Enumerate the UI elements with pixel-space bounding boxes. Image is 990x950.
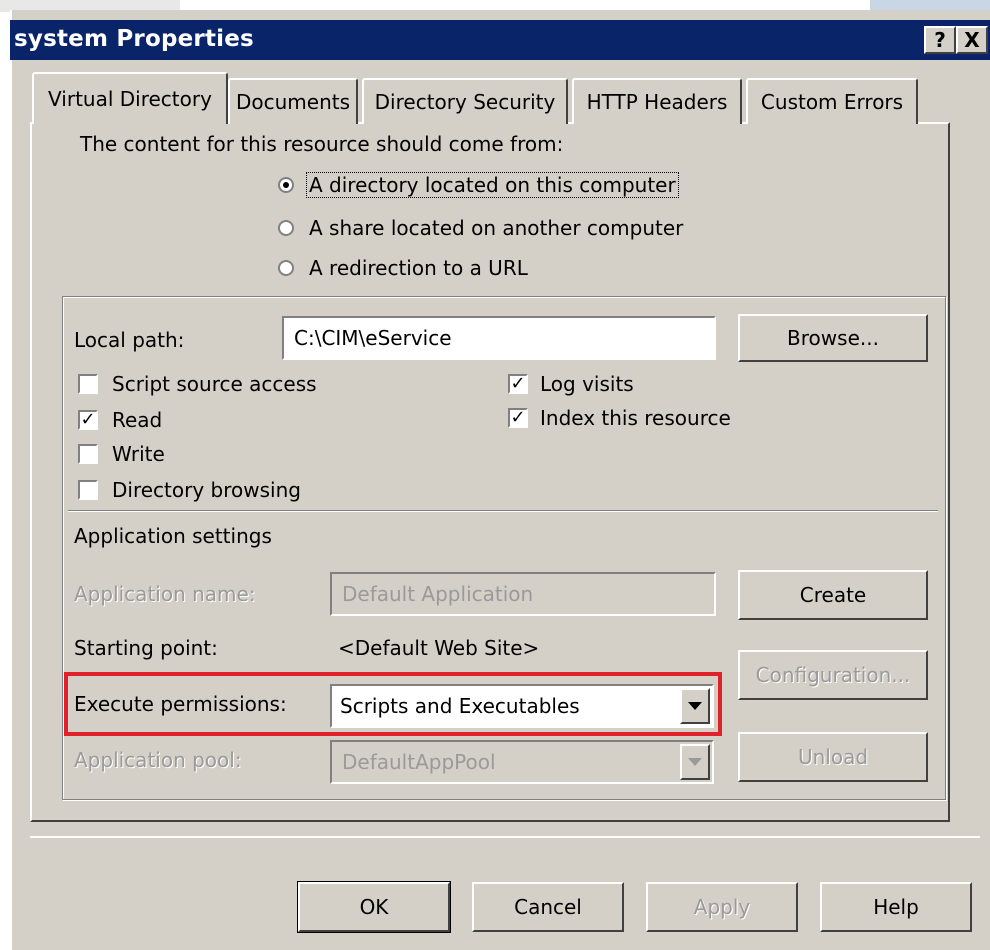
starting-point-label: Starting point: xyxy=(74,636,218,660)
footer-divider xyxy=(30,836,980,838)
index-resource-label: Index this resource xyxy=(540,406,731,430)
cancel-button[interactable]: Cancel xyxy=(472,882,624,932)
write-label: Write xyxy=(112,442,165,466)
unload-button: Unload xyxy=(738,732,928,782)
checkbox-log-visits[interactable]: ✓ xyxy=(508,374,528,394)
tab-virtual-directory[interactable]: Virtual Directory xyxy=(32,72,228,124)
read-label: Read xyxy=(112,408,163,432)
close-button[interactable]: X xyxy=(956,26,988,54)
tab-directory-security[interactable]: Directory Security xyxy=(362,78,568,124)
application-pool-value: DefaultAppPool xyxy=(342,750,496,774)
application-settings-heading: Application settings xyxy=(74,524,272,548)
checkmark-icon: ✓ xyxy=(510,373,526,394)
application-name-label: Application name: xyxy=(74,582,256,606)
question-mark-icon: ? xyxy=(934,28,946,52)
highlight-box xyxy=(64,672,722,736)
application-pool-label: Application pool: xyxy=(74,748,242,772)
browse-button[interactable]: Browse... xyxy=(738,314,928,362)
checkbox-script-source-access[interactable] xyxy=(78,374,98,394)
configuration-button: Configuration... xyxy=(738,650,928,700)
radio-network-share[interactable] xyxy=(278,220,294,236)
local-path-input[interactable]: C:\CIM\eService xyxy=(282,316,716,360)
ok-button[interactable]: OK xyxy=(297,881,451,933)
tab-label: HTTP Headers xyxy=(586,90,728,114)
script-source-access-label: Script source access xyxy=(112,372,317,396)
radio-local-directory-label[interactable]: A directory located on this computer xyxy=(306,172,679,198)
tab-label: Custom Errors xyxy=(760,90,904,114)
checkbox-write[interactable] xyxy=(78,444,98,464)
help-button[interactable]: Help xyxy=(820,882,972,932)
apply-button: Apply xyxy=(646,882,798,932)
tab-label: Documents xyxy=(235,90,351,114)
tab-label: Directory Security xyxy=(374,90,556,114)
help-title-button[interactable]: ? xyxy=(924,26,956,54)
tab-custom-errors[interactable]: Custom Errors xyxy=(746,78,918,124)
checkbox-index-resource[interactable]: ✓ xyxy=(508,408,528,428)
radio-redirect-url-label[interactable]: A redirection to a URL xyxy=(309,256,528,280)
window-title: system Properties xyxy=(14,26,254,52)
create-button[interactable]: Create xyxy=(738,570,928,620)
tab-documents[interactable]: Documents xyxy=(228,78,358,124)
radio-redirect-url[interactable] xyxy=(278,260,294,276)
tab-http-headers[interactable]: HTTP Headers xyxy=(572,78,742,124)
starting-point-value: <Default Web Site> xyxy=(338,636,540,660)
local-path-label: Local path: xyxy=(74,328,185,352)
checkbox-read[interactable]: ✓ xyxy=(78,410,98,430)
radio-dot-icon xyxy=(283,182,289,188)
application-name-input: Default Application xyxy=(330,572,716,616)
application-pool-select: DefaultAppPool xyxy=(330,740,714,784)
tab-label: Virtual Directory xyxy=(48,87,212,111)
checkbox-directory-browsing[interactable] xyxy=(78,480,98,500)
close-icon: X xyxy=(964,28,980,52)
checkmark-icon: ✓ xyxy=(80,409,96,430)
radio-network-share-label[interactable]: A share located on another computer xyxy=(309,216,683,240)
separator-line xyxy=(68,510,938,512)
checkmark-icon: ✓ xyxy=(510,407,526,428)
desktop-left-edge xyxy=(0,12,10,950)
chevron-down-icon xyxy=(688,758,702,766)
log-visits-label: Log visits xyxy=(540,372,634,396)
radio-local-directory[interactable] xyxy=(278,177,294,193)
directory-browsing-label: Directory browsing xyxy=(112,478,301,502)
application-pool-dropdown-button xyxy=(680,744,710,780)
content-source-prompt: The content for this resource should com… xyxy=(80,132,564,156)
